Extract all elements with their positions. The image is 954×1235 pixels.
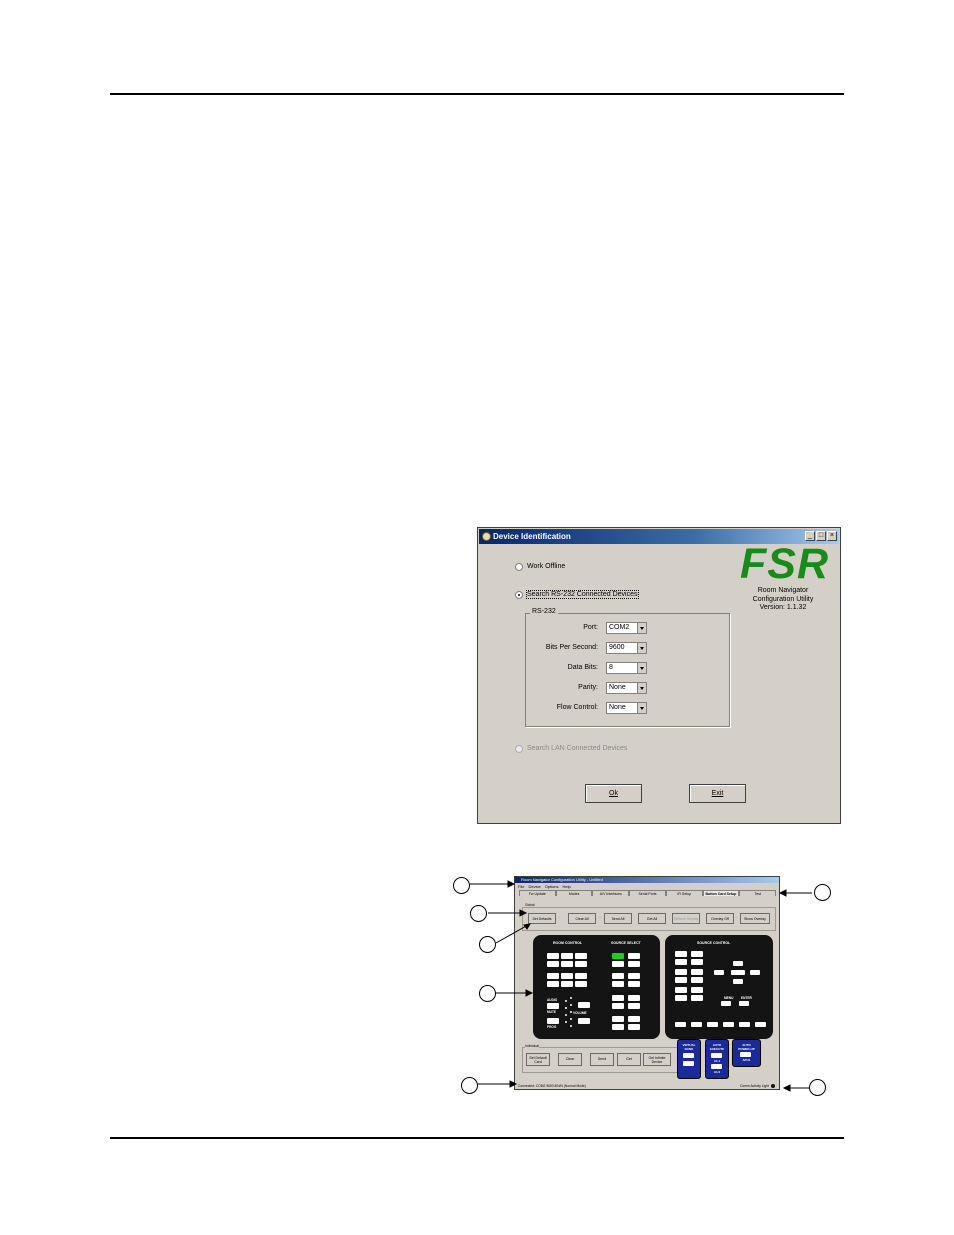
callout-circle: [453, 877, 470, 894]
callout-leaders: [470, 880, 812, 1092]
callout-circle: [809, 1079, 826, 1096]
callout-circle: [470, 905, 487, 922]
callout-circle: [814, 884, 831, 901]
callout-circle: [479, 936, 496, 953]
callout-circle: [461, 1077, 478, 1094]
callout-circle: [479, 985, 496, 1002]
